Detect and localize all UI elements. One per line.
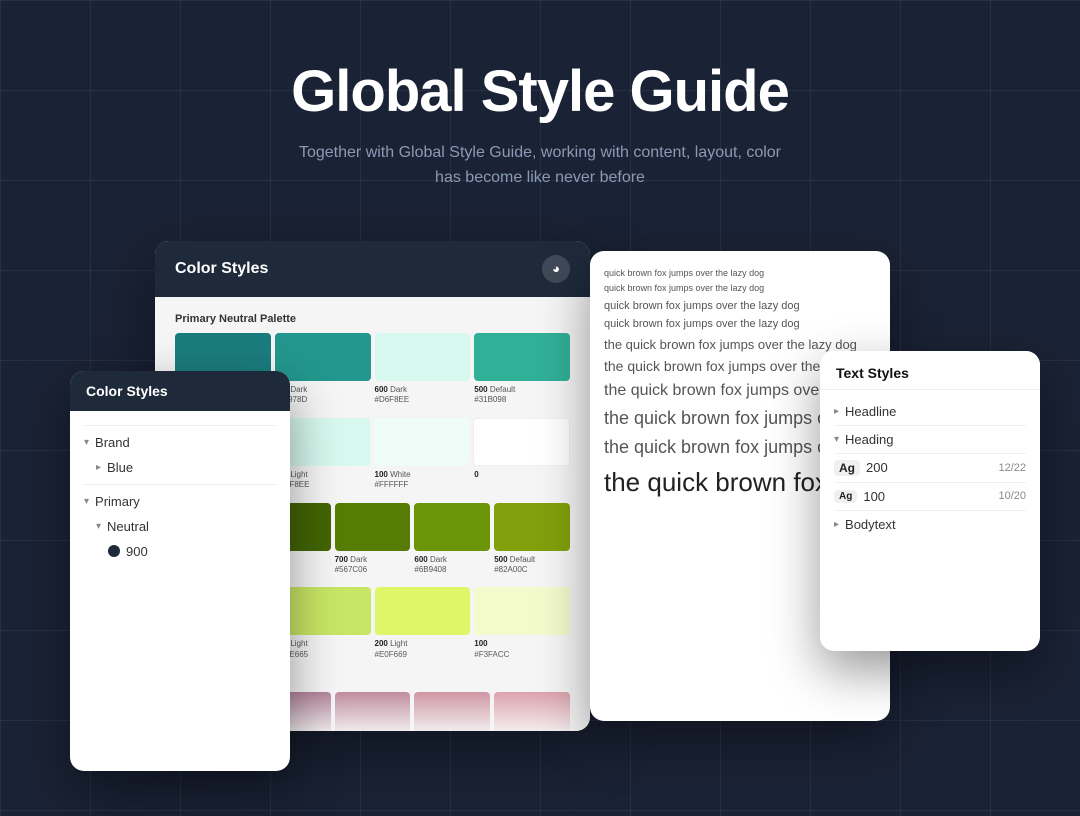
cts-item-heading: ▾ Heading — [834, 426, 1026, 454]
swatch-100 — [374, 418, 469, 466]
ag-badge-100: Ag — [834, 490, 857, 503]
brand-label: Brand — [95, 435, 130, 450]
ag-badge-200: Ag — [834, 460, 860, 476]
card-text-styles: Text Styles ▸ Headline ▾ Heading Ag 200 … — [820, 351, 1040, 651]
cts-item-bodytext: ▸ Bodytext — [834, 511, 1026, 538]
ag-ratio-200: 12/22 — [998, 462, 1026, 474]
expand-icon-primary: ▾ — [84, 496, 89, 507]
expand-icon: ▾ — [84, 437, 89, 448]
cts-item-headline: ▸ Headline — [834, 398, 1026, 426]
blue-label: Blue — [107, 460, 133, 475]
cs-item-900: 900 — [84, 539, 276, 564]
header-section: Global Style Guide Together with Global … — [0, 0, 1080, 231]
card-color-large-header: Color Styles ◕ — [155, 241, 590, 297]
ep-swatch-700 — [335, 692, 411, 731]
expand-icon-headline: ▸ — [834, 406, 839, 417]
page-subtitle: Together with Global Style Guide, workin… — [0, 140, 1080, 191]
primary-label: Primary — [95, 494, 140, 509]
gp-swatch-700 — [335, 503, 411, 551]
expand-icon-heading: ▾ — [834, 434, 839, 445]
gp-swatch-100 — [474, 587, 570, 635]
swatch-0 — [473, 418, 570, 466]
ep-swatch-500 — [494, 692, 570, 731]
cs-header: Color Styles — [70, 371, 290, 411]
card-color-large-title: Color Styles — [175, 260, 268, 278]
cs-item-primary: ▾ Primary — [84, 489, 276, 514]
text-line-1: quick brown fox jumps over the lazy dog — [604, 267, 876, 281]
neutral-label: Neutral — [107, 519, 149, 534]
expand-icon-blue: ▸ — [96, 462, 101, 473]
cts-item-ag-100: Ag 100 10/20 — [834, 483, 1026, 511]
text-line-4: quick brown fox jumps over the lazy dog — [604, 316, 876, 333]
swatch-500 — [474, 333, 570, 381]
cs-body: ▾ Brand ▸ Blue ▾ Primary ▾ Neutral — [70, 411, 290, 574]
swatch-600 — [375, 333, 471, 381]
ag-size-200: 200 — [866, 460, 888, 475]
ag-size-100: 100 — [863, 489, 885, 504]
primary-neutral-label: Primary Neutral Palette — [175, 313, 570, 325]
ep-swatch-600 — [414, 692, 490, 731]
cts-body: ▸ Headline ▾ Heading Ag 200 12/22 Ag 100… — [820, 390, 1040, 546]
color-styles-icon: ◕ — [542, 255, 570, 283]
swatch-700 — [275, 333, 371, 381]
heading-label: Heading — [845, 432, 893, 447]
cs-item-brand: ▾ Brand — [84, 430, 276, 455]
page-title: Global Style Guide — [0, 60, 1080, 124]
gp-swatch-600 — [414, 503, 490, 551]
ag-ratio-100: 10/20 — [998, 490, 1026, 502]
headline-label: Headline — [845, 404, 896, 419]
bodytext-label: Bodytext — [845, 517, 896, 532]
dot-icon — [108, 545, 120, 557]
text-styles-title: Text Styles — [820, 351, 1040, 390]
shade-900-label: 900 — [126, 544, 148, 559]
gp-swatch-500 — [494, 503, 570, 551]
text-line-2: quick brown fox jumps over the lazy dog — [604, 282, 876, 296]
cs-item-neutral: ▾ Neutral — [84, 514, 276, 539]
text-line-3: quick brown fox jumps over the lazy dog — [604, 298, 876, 315]
content-wrapper: Global Style Guide Together with Global … — [0, 0, 1080, 816]
expand-icon-neutral: ▾ — [96, 521, 101, 532]
cts-item-ag-200: Ag 200 12/22 — [834, 454, 1026, 483]
expand-icon-bodytext: ▸ — [834, 519, 839, 530]
cs-item-blue: ▸ Blue — [84, 455, 276, 480]
gp-swatch-200 — [375, 587, 471, 635]
cards-area: Color Styles ◕ Primary Neutral Palette 8… — [0, 241, 1080, 771]
card-color-small: Color Styles ▾ Brand ▸ Blue ▾ Primary ▾ — [70, 371, 290, 771]
